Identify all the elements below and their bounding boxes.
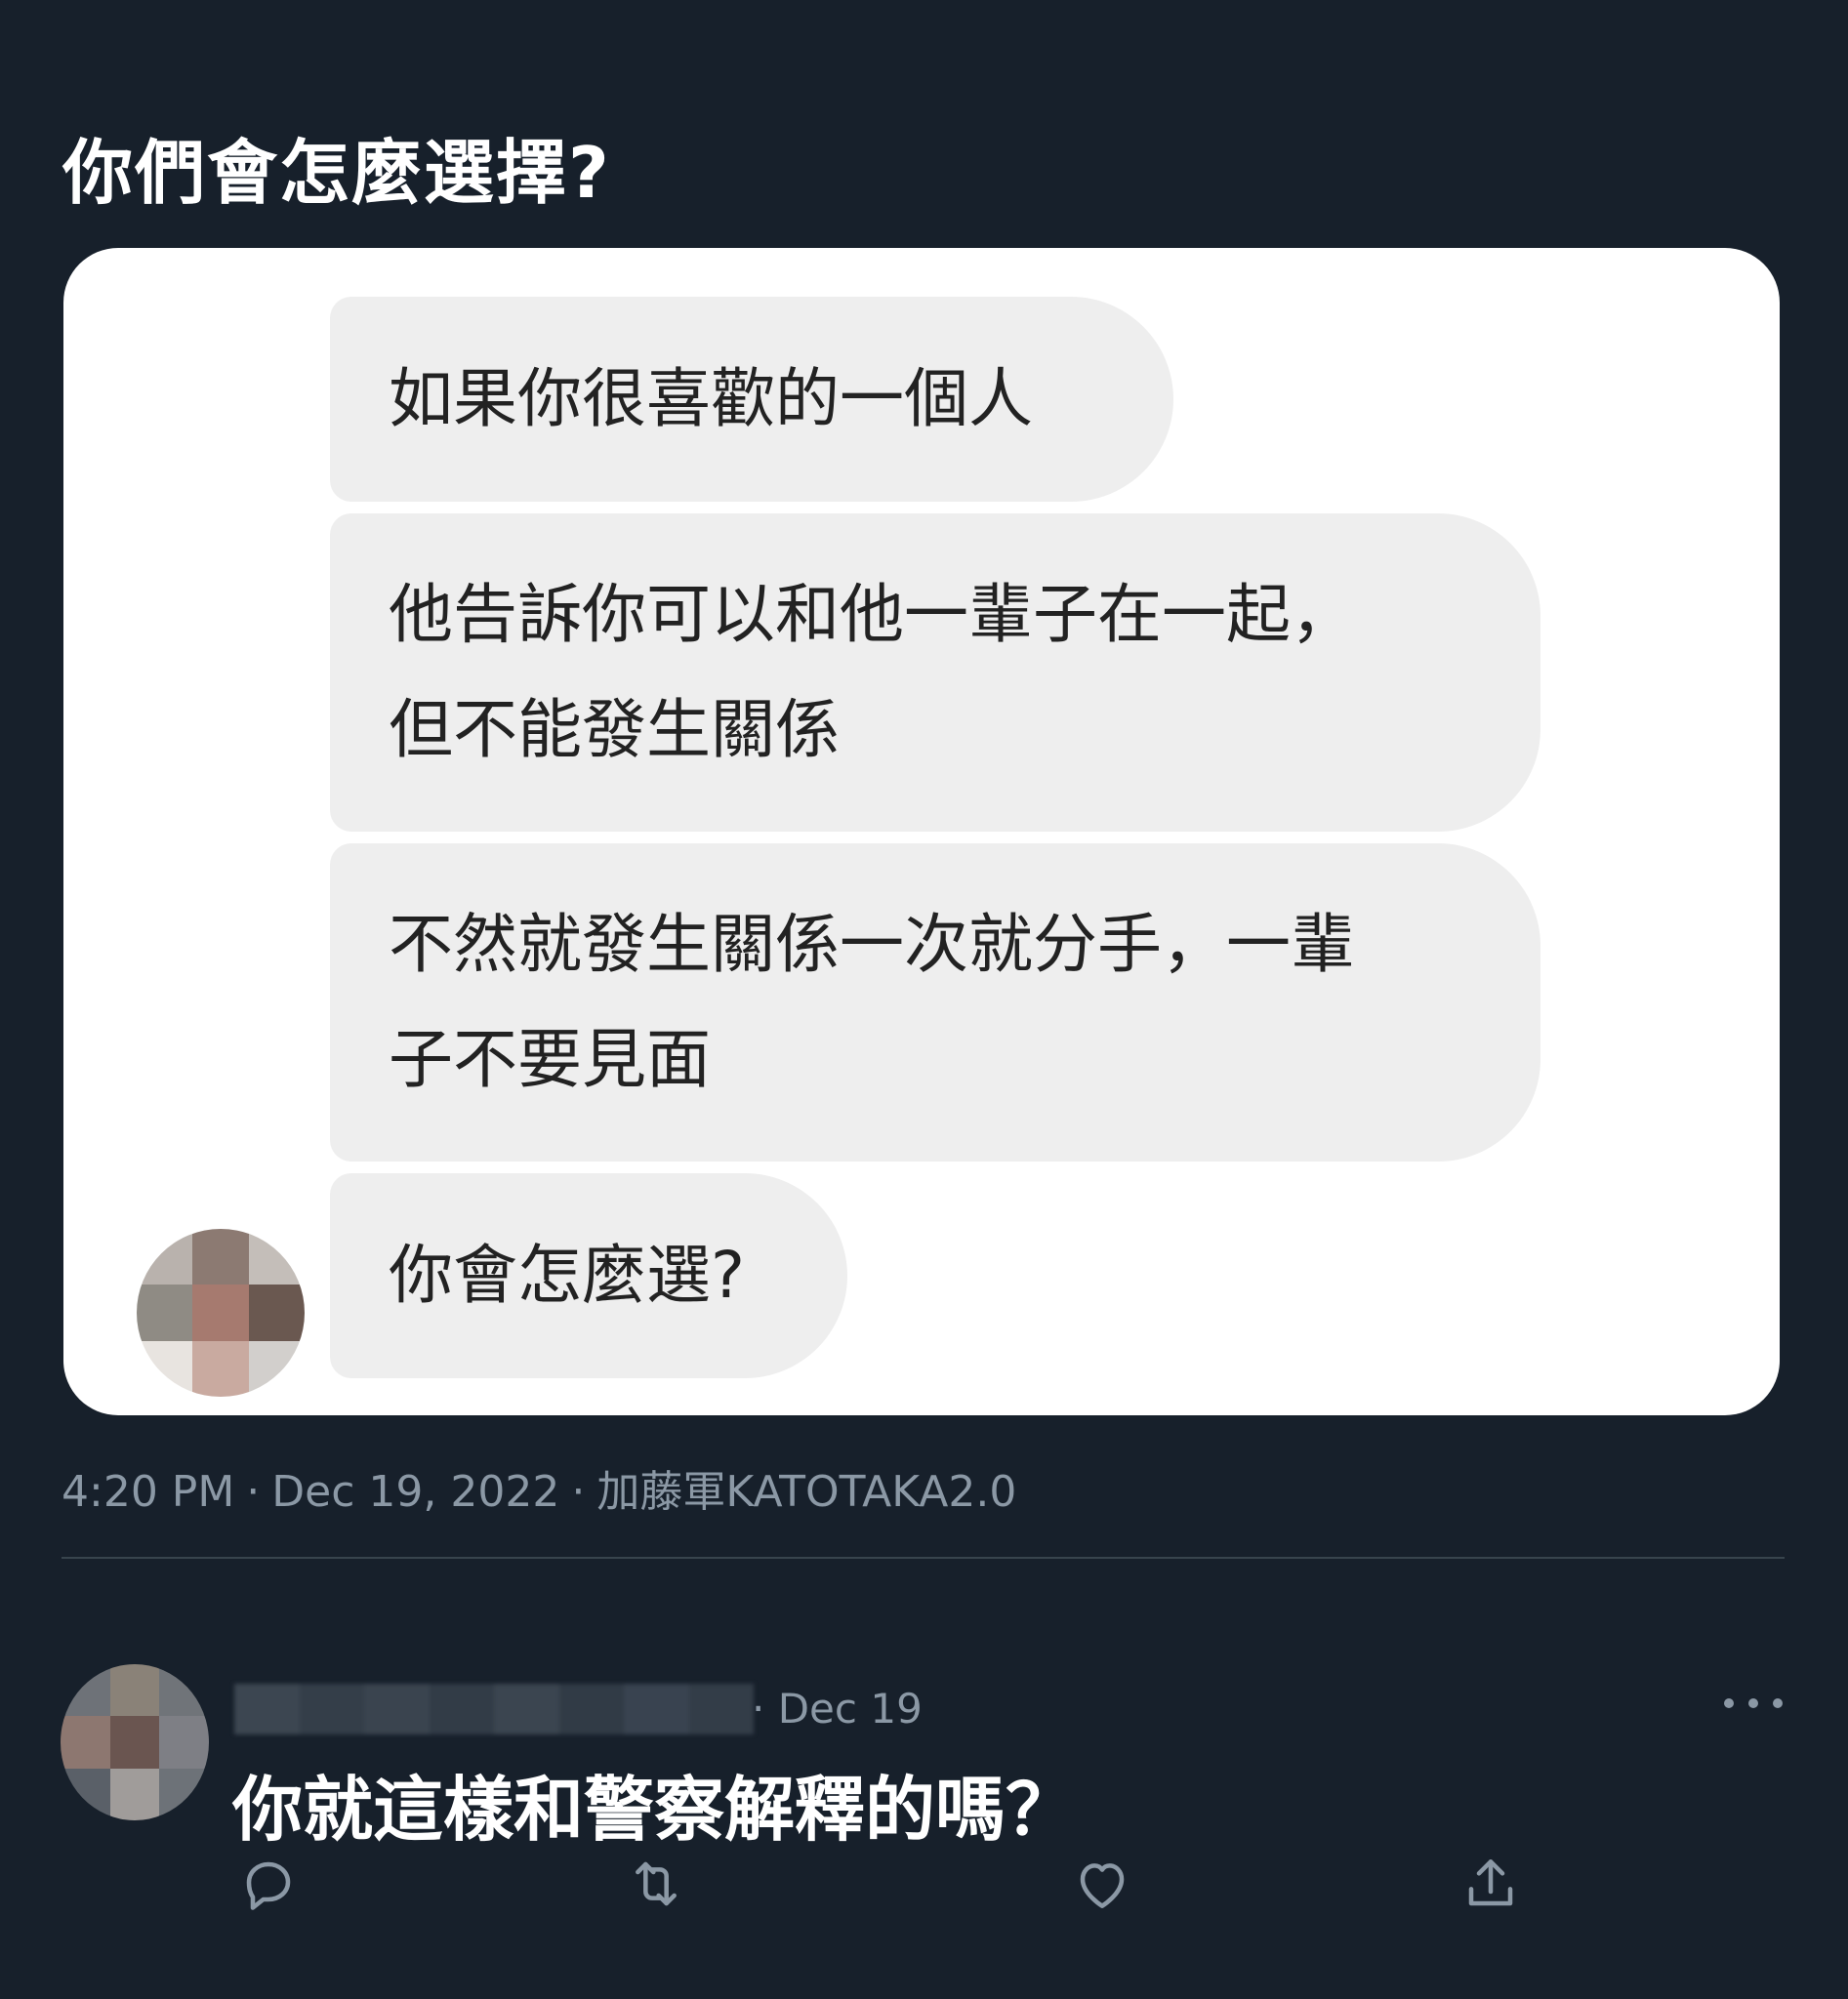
chat-bubble-3: 不然就發生關係一次就分手，一輩 子不要見面: [330, 843, 1540, 1162]
divider: [62, 1557, 1785, 1559]
meta-separator: ·: [752, 1685, 765, 1733]
retweet-icon[interactable]: [625, 1853, 687, 1915]
tweet-image[interactable]: 如果你很喜歡的一個人 他告訴你可以和他一輩子在一起， 但不能發生關係 不然就發生…: [63, 248, 1780, 1415]
chat-bubble-line: 你會怎麼選?: [389, 1238, 746, 1313]
reply-text: 你就這樣和警察解釋的嗎？: [232, 1769, 1077, 1851]
reply-date: Dec 19: [777, 1685, 923, 1733]
chat-bubble-line: 如果你很喜歡的一個人: [389, 361, 1033, 436]
tweet-time[interactable]: 4:20 PM: [62, 1467, 234, 1517]
tweet-title: 你們會怎麼選擇?: [62, 132, 611, 214]
chat-bubble-line: 子不要見面: [389, 1022, 711, 1097]
tweet-date[interactable]: Dec 19, 2022: [271, 1467, 559, 1517]
chat-bubble-1: 如果你很喜歡的一個人: [330, 297, 1173, 502]
chat-bubble-line: 不然就發生關係一次就分手，一輩: [389, 907, 1355, 982]
chat-bubble-line: 但不能發生關係: [389, 692, 840, 767]
chat-bubble-line: 他告訴你可以和他一輩子在一起，: [389, 577, 1355, 652]
reply-timestamp[interactable]: · Dec 19: [752, 1685, 923, 1733]
reply-username-blurred[interactable]: [234, 1684, 754, 1734]
reply-avatar[interactable]: [61, 1664, 209, 1820]
chat-avatar-pixelated: [137, 1229, 305, 1397]
more-options-icon[interactable]: [1724, 1689, 1783, 1718]
chat-bubble-2: 他告訴你可以和他一輩子在一起， 但不能發生關係: [330, 513, 1540, 832]
tweet-source[interactable]: 加藤軍KATOTAKA2.0: [596, 1467, 1016, 1517]
reply-icon[interactable]: [237, 1853, 300, 1915]
meta-separator: ·: [571, 1467, 586, 1517]
tweet-meta: 4:20 PM · Dec 19, 2022 · 加藤軍KATOTAKA2.0: [62, 1456, 1016, 1519]
like-icon[interactable]: [1071, 1853, 1133, 1915]
share-icon[interactable]: [1459, 1853, 1522, 1915]
meta-separator: ·: [246, 1467, 261, 1517]
chat-bubble-4: 你會怎麼選?: [330, 1173, 847, 1378]
